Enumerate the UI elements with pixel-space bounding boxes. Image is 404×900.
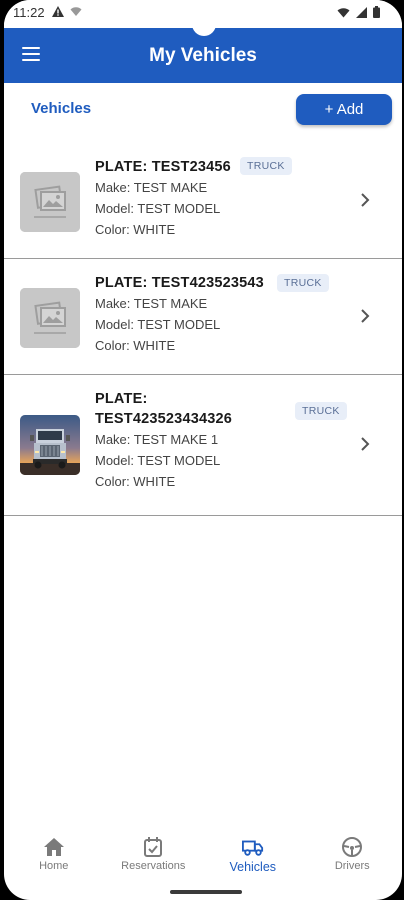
- nav-home[interactable]: Home: [4, 828, 104, 878]
- vehicle-card[interactable]: PLATE: TEST423523543 Make: TEST MAKE Mod…: [4, 259, 402, 375]
- vehicle-make: Make: TEST MAKE: [95, 296, 208, 311]
- vehicle-plate: PLATE: TEST423523434326: [95, 391, 233, 427]
- home-icon: [43, 838, 64, 856]
- section-header: Vehicles + Add: [4, 83, 402, 143]
- vehicle-model: Model: TEST MODEL: [95, 201, 221, 216]
- wifi-icon: [337, 7, 350, 17]
- nav-vehicles[interactable]: Vehicles: [203, 828, 303, 878]
- vehicle-type-badge: TRUCK: [240, 157, 292, 175]
- nav-label-home: Home: [39, 860, 69, 872]
- nav-drivers[interactable]: Drivers: [303, 828, 403, 878]
- home-indicator[interactable]: [170, 890, 242, 894]
- wifi-off-icon: [70, 7, 82, 16]
- vehicle-image-placeholder: [20, 288, 80, 348]
- section-title: Vehicles: [31, 100, 92, 117]
- signal-icon: [356, 6, 367, 18]
- nav-label-drivers: Drivers: [334, 860, 370, 872]
- status-time: 11:22: [13, 5, 45, 20]
- vehicle-image-placeholder: [20, 172, 80, 232]
- app-bar: My Vehicles: [4, 28, 402, 83]
- vehicle-make: Make: TEST MAKE: [95, 180, 208, 195]
- vehicle-type-badge: TRUCK: [277, 274, 329, 292]
- truck-icon: [241, 840, 263, 856]
- vehicle-color: Color: WHITE: [95, 338, 176, 353]
- page-title: My Vehicles: [149, 45, 257, 66]
- vehicle-card[interactable]: PLATE: TEST423523434326 Make: TEST MAKE …: [4, 375, 402, 516]
- nav-reservations[interactable]: Reservations: [104, 828, 204, 878]
- chevron-right-icon[interactable]: [358, 309, 372, 323]
- camera-cutout: [192, 12, 216, 36]
- vehicle-type-badge: TRUCK: [295, 402, 347, 420]
- bottom-nav: Home Reservations Vehicles Drivers: [4, 828, 402, 878]
- vehicle-model: Model: TEST MODEL: [95, 453, 221, 468]
- vehicle-card[interactable]: PLATE: TEST23456 Make: TEST MAKE Model: …: [4, 143, 402, 259]
- vehicle-model: Model: TEST MODEL: [95, 317, 221, 332]
- image-placeholder-icon: [20, 288, 80, 348]
- battery-icon: [373, 6, 380, 18]
- nav-label-vehicles: Vehicles: [229, 860, 277, 874]
- add-vehicle-button[interactable]: + Add: [296, 94, 392, 125]
- nav-label-reservations: Reservations: [121, 860, 186, 872]
- alert-icon: [52, 6, 64, 17]
- truck-photo: [20, 415, 80, 475]
- chevron-right-icon[interactable]: [358, 193, 372, 207]
- vehicle-list: PLATE: TEST23456 Make: TEST MAKE Model: …: [4, 143, 402, 516]
- vehicle-plate: PLATE: TEST23456: [95, 159, 231, 175]
- vehicle-color: Color: WHITE: [95, 474, 176, 489]
- vehicle-make: Make: TEST MAKE 1: [95, 432, 219, 447]
- steering-wheel-icon: [342, 837, 363, 857]
- vehicle-photo: [20, 415, 80, 475]
- chevron-right-icon[interactable]: [358, 437, 372, 451]
- phone-screen: 11:22 My Vehicles Vehicles + Add PLATE: …: [4, 0, 402, 900]
- image-placeholder-icon: [20, 172, 80, 232]
- vehicle-color: Color: WHITE: [95, 222, 176, 237]
- calendar-check-icon: [144, 837, 163, 857]
